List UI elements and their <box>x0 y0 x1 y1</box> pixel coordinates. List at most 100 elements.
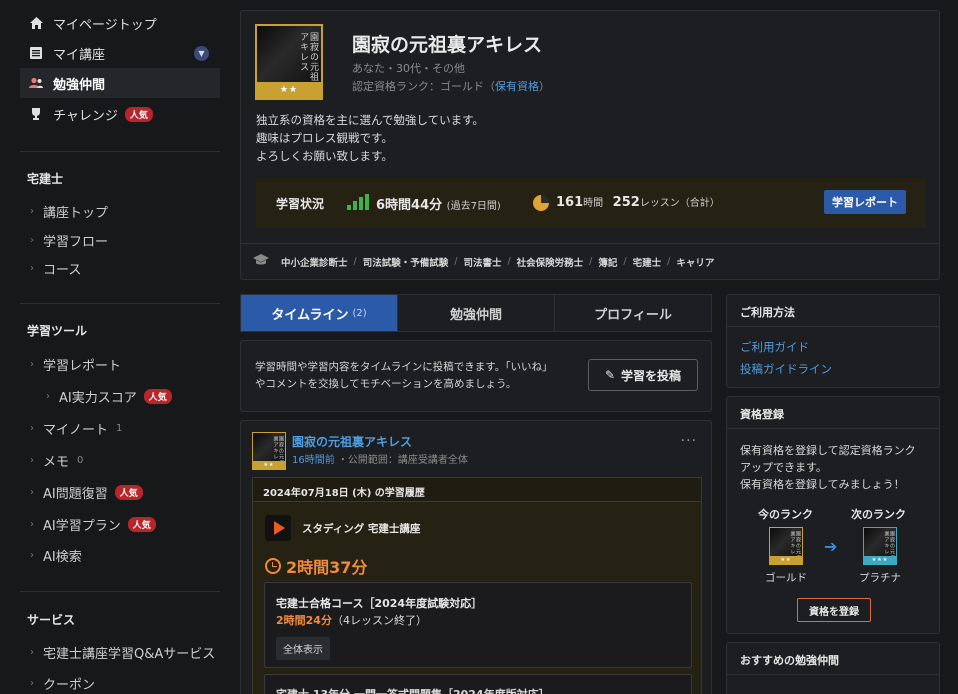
tab-label: プロフィール <box>594 307 672 323</box>
nav-ai-review[interactable]: › AI問題復習 人気 <box>30 483 143 502</box>
tab-timeline[interactable]: タイムライン (2) <box>241 295 398 331</box>
tag[interactable]: 簿記 <box>598 255 617 269</box>
qual-line: 保有資格を登録してみましょう！ <box>740 478 905 491</box>
study-history: 2024年07月18日 (木) の学習履歴 スタディング 宅建士講座 2時間37… <box>252 477 702 694</box>
total-lessons: 252 <box>612 195 640 210</box>
nav-label: メモ <box>43 455 70 470</box>
divider <box>20 591 220 592</box>
owned-qualification-link[interactable]: 保有資格 <box>495 80 539 93</box>
profile-card: 園寂の元祖裏アキレス ★★ 園寂の元祖裏アキレス あなた・30代・その他 認定資… <box>240 10 940 280</box>
timeline-post: 園寂の元祖裏アキレス ★★ 園寂の元祖裏アキレス 16時間前 ・公開範囲：講座受… <box>240 420 712 694</box>
post-time[interactable]: 16時間前 <box>292 455 335 466</box>
profile-meta: あなた・30代・その他 <box>352 62 465 75</box>
post-intro-card: 学習時間や学習内容をタイムラインに投稿できます。「いいね」 やコメントを交換して… <box>240 340 712 412</box>
course-name: 宅建士 13年分 一問一答式問題集［2024年度版対応］ <box>276 686 550 694</box>
chevron-down-icon[interactable]: ▼ <box>194 45 209 61</box>
post-avatar[interactable]: 園寂の元祖裏アキレス ★★ <box>252 432 286 470</box>
nav-label: クーポン <box>43 678 96 693</box>
sidebar: マイページトップ マイ講座 ▼ 勉強仲間 チャレンジ 人気 宅建士 › 講座トップ… <box>0 0 232 694</box>
popular-badge: 人気 <box>127 517 156 532</box>
qualification-title: 資格登録 <box>727 397 939 429</box>
tab-profile[interactable]: プロフィール <box>555 295 711 331</box>
nav-study-friends[interactable]: 勉強仲間 <box>20 68 220 98</box>
clock-icon <box>265 558 281 574</box>
tag[interactable]: 司法試験・予備試験 <box>363 255 449 269</box>
service-name: スタディング 宅建士講座 <box>302 522 421 535</box>
course-duration: 2時間24分 <box>276 614 332 627</box>
tag[interactable]: 社会保険労務士 <box>517 255 584 269</box>
tag-separator: / <box>353 256 357 267</box>
arrow-right-icon: ➔ <box>824 537 838 556</box>
nav-course[interactable]: › コース <box>30 259 81 278</box>
popular-badge: 人気 <box>143 389 172 404</box>
tag[interactable]: 司法書士 <box>463 255 501 269</box>
post-user-name[interactable]: 園寂の元祖裏アキレス <box>292 433 412 450</box>
howto-title: ご利用方法 <box>727 295 939 327</box>
weekly-study-time: 6時間44分 (過去7日間) <box>376 194 501 213</box>
lessons-unit: レッスン（合計） <box>639 198 720 209</box>
nav-label: マイノート <box>43 423 109 438</box>
nav-label: 宅建士講座学習Q&Aサービス <box>43 647 216 662</box>
tag[interactable]: キャリア <box>676 255 714 269</box>
nav-study-flow[interactable]: › 学習フロー <box>30 231 108 250</box>
current-rank-label: 今のランク <box>758 508 813 521</box>
recommended-friends-card: おすすめの勉強仲間 <box>726 642 940 694</box>
pencil-icon: ✎ <box>604 368 616 382</box>
nav-label: AI問題復習 <box>43 487 108 502</box>
more-options-icon[interactable]: ··· <box>681 433 697 449</box>
rank-stars: ★★ <box>770 556 802 564</box>
post-scope: ・公開範囲：講座受講者全体 <box>337 455 468 466</box>
hours-unit: 時間 <box>583 198 604 209</box>
tag[interactable]: 中小企業診断士 <box>281 255 348 269</box>
tab-bar: タイムライン (2) 勉強仲間 プロフィール <box>240 294 712 332</box>
section-title-tools: 学習ツール <box>27 324 88 338</box>
course-time: 2時間24分（4レッスン終了） <box>276 612 427 628</box>
rank-text: 認定資格ランク：ゴールド（ <box>352 80 495 93</box>
nav-qa-service[interactable]: › 宅建士講座学習Q&Aサービス <box>30 643 215 662</box>
list-icon <box>29 46 43 60</box>
nav-ai-plan[interactable]: › AI学習プラン 人気 <box>30 515 156 534</box>
chevron-right-icon: › <box>30 487 34 498</box>
post-guideline-link[interactable]: 投稿ガイドライン <box>740 361 832 377</box>
nav-study-report[interactable]: › 学習レポート <box>30 355 121 374</box>
nav-course-top[interactable]: › 講座トップ <box>30 202 108 221</box>
tag[interactable]: 宅建士 <box>633 255 662 269</box>
nav-label: 学習フロー <box>43 235 109 250</box>
popular-badge: 人気 <box>124 106 153 122</box>
nav-ai-score[interactable]: › AI実力スコア 人気 <box>46 387 172 406</box>
nav-label: チャレンジ <box>53 108 118 124</box>
nav-coupon[interactable]: › クーポン <box>30 674 95 693</box>
trophy-icon <box>29 107 43 121</box>
tab-study-friends[interactable]: 勉強仲間 <box>398 295 555 331</box>
intro-line: やコメントを交換してモチベーションを高めましょう。 <box>255 378 517 390</box>
nav-memo[interactable]: › メモ 0 <box>30 451 83 470</box>
qualification-text: 保有資格を登録して認定資格ランク アップできます。 保有資格を登録してみましょう… <box>740 442 930 493</box>
qual-line: 保有資格を登録して認定資格ランク <box>740 444 916 457</box>
nav-label: AI学習プラン <box>43 519 121 534</box>
nav-my-course[interactable]: マイ講座 ▼ <box>20 38 220 68</box>
nav-label: AI検索 <box>43 550 82 565</box>
profile-name: 園寂の元祖裏アキレス <box>352 34 543 56</box>
bio-line: 趣味はプロレス観戦です。 <box>256 131 393 145</box>
chevron-right-icon: › <box>30 550 34 561</box>
nav-label: 講座トップ <box>43 206 109 221</box>
nav-my-note[interactable]: › マイノート 1 <box>30 419 122 438</box>
study-report-button[interactable]: 学習レポート <box>824 190 906 214</box>
tab-count: (2) <box>352 307 367 319</box>
section-title-takken: 宅建士 <box>27 172 64 186</box>
study-status-bar: 学習状況 6時間44分 (過去7日間) 161時間 252レッスン（合計） 学習… <box>256 178 926 228</box>
nav-label: AI実力スコア <box>59 391 137 406</box>
nav-challenge[interactable]: チャレンジ 人気 <box>20 99 220 129</box>
service-row: スタディング 宅建士講座 <box>265 515 420 541</box>
button-label: 学習を投稿 <box>621 368 682 383</box>
graduation-cap-icon <box>253 254 269 269</box>
nav-mypage-top[interactable]: マイページトップ <box>20 8 220 38</box>
guide-link[interactable]: ご利用ガイド <box>740 339 809 355</box>
total-study: 161時間 252レッスン（合計） <box>556 194 725 210</box>
nav-ai-search[interactable]: › AI検索 <box>30 546 82 565</box>
show-all-button[interactable]: 全体表示 <box>276 637 330 660</box>
post-study-button[interactable]: ✎ 学習を投稿 <box>588 359 698 391</box>
home-icon <box>29 16 43 30</box>
post-meta: 16時間前 ・公開範囲：講座受講者全体 <box>292 451 468 466</box>
register-qualification-button[interactable]: 資格を登録 <box>797 598 871 622</box>
